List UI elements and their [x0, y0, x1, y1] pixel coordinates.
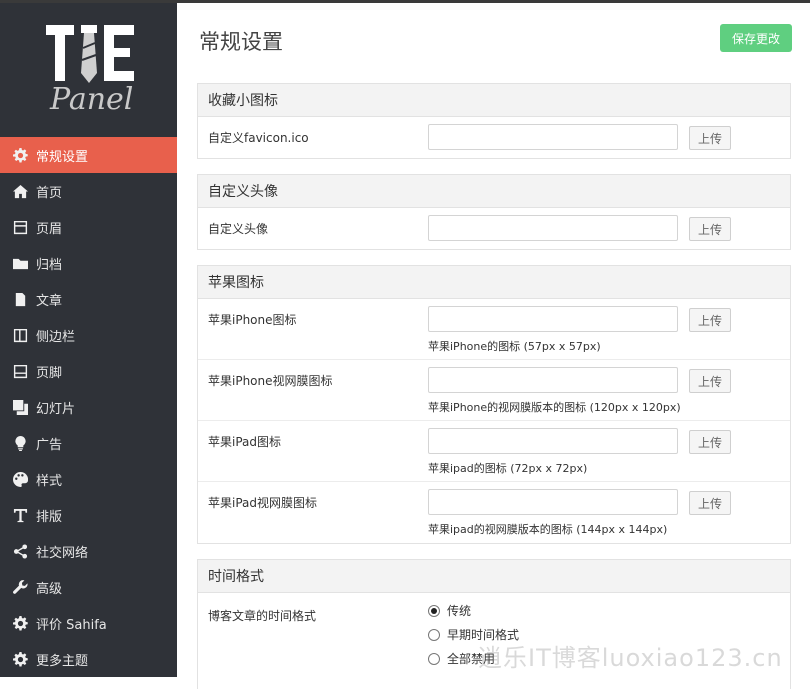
upload-button[interactable]: 上传: [689, 217, 731, 241]
field-hint: 苹果ipad的视网膜版本的图标 (144px x 144px): [428, 523, 668, 536]
field-label: 苹果iPhone图标: [208, 313, 297, 327]
sidebar-item-article[interactable]: 文章: [0, 281, 177, 317]
sidebar-icon: [12, 327, 28, 343]
upload-button[interactable]: 上传: [689, 369, 731, 393]
palette-icon: [12, 471, 28, 487]
slides-icon: [12, 399, 28, 415]
sidebar-item-ads[interactable]: 广告: [0, 425, 177, 461]
wrench-icon: [12, 579, 28, 595]
iphone-retina-icon-input[interactable]: [428, 367, 678, 393]
field-label: 苹果iPad视网膜图标: [208, 496, 318, 510]
field-label: 苹果iPad图标: [208, 435, 282, 449]
section-apple-icons: 苹果图标 苹果iPhone图标 上传 苹果iPhone的图标 (57px x 5…: [197, 265, 791, 544]
tie-panel-logo: Panel: [0, 3, 177, 135]
sidebar-item-label: 页脚: [36, 365, 63, 381]
upload-button[interactable]: 上传: [689, 430, 731, 454]
sidebar-item-social[interactable]: 社交网络: [0, 533, 177, 569]
field-row-ipad-icon: 苹果iPad图标 上传 苹果ipad的图标 (72px x 72px): [198, 421, 790, 482]
section-title: 收藏小图标: [198, 84, 790, 117]
section-avatar: 自定义头像 自定义头像 上传: [197, 174, 791, 250]
field-hint: 苹果ipad的图标 (72px x 72px): [428, 462, 588, 475]
field-label: 自定义favicon.ico: [208, 131, 309, 145]
sidebar-item-home[interactable]: 首页: [0, 173, 177, 209]
sidebar-item-label: 侧边栏: [36, 329, 76, 345]
sidebar-item-label: 广告: [36, 437, 63, 453]
ipad-icon-input[interactable]: [428, 428, 678, 454]
field-row-avatar: 自定义头像 上传: [198, 208, 790, 249]
gear-icon: [12, 147, 28, 163]
lightbulb-icon: [12, 435, 28, 451]
sidebar-item-style[interactable]: 样式: [0, 461, 177, 497]
logo-panel-text: Panel: [49, 82, 133, 117]
save-changes-button[interactable]: 保存更改: [720, 24, 792, 52]
sidebar-item-label: 文章: [36, 293, 63, 309]
sidebar-item-rate-sahifa[interactable]: 评价 Sahifa: [0, 605, 177, 641]
section-title: 苹果图标: [198, 266, 790, 299]
radio-button[interactable]: [428, 604, 440, 617]
sidebar-item-more-themes[interactable]: 更多主题: [0, 641, 177, 677]
section-favicon: 收藏小图标 自定义favicon.ico 上传: [197, 83, 791, 159]
field-hint: 苹果iPhone的图标 (57px x 57px): [428, 340, 601, 353]
sidebar-item-sidebar[interactable]: 侧边栏: [0, 317, 177, 353]
footer-icon: [12, 363, 28, 379]
sidebar-item-label: 首页: [36, 185, 63, 201]
sidebar-item-label: 归档: [36, 257, 63, 273]
gear-icon: [12, 651, 28, 667]
sidebar-item-general[interactable]: 常规设置: [0, 137, 177, 173]
upload-button[interactable]: 上传: [689, 491, 731, 515]
watermark: 逍乐IT博客luoxiao123.cn: [478, 644, 783, 672]
field-label: 博客文章的时间格式: [208, 609, 317, 623]
upload-button[interactable]: 上传: [689, 308, 731, 332]
typography-icon: [12, 507, 28, 523]
iphone-icon-input[interactable]: [428, 306, 678, 332]
field-row-favicon: 自定义favicon.ico 上传: [198, 117, 790, 158]
sidebar-item-slides[interactable]: 幻灯片: [0, 389, 177, 425]
sidebar-item-label: 更多主题: [36, 653, 89, 669]
section-title: 自定义头像: [198, 175, 790, 208]
field-row-iphone-icon: 苹果iPhone图标 上传 苹果iPhone的图标 (57px x 57px): [198, 299, 790, 360]
sidebar-item-label: 幻灯片: [36, 401, 76, 417]
field-hint: 苹果iPhone的视网膜版本的图标 (120px x 120px): [428, 401, 681, 414]
radio-option-traditional[interactable]: 传统: [428, 602, 471, 619]
sidebar-item-typography[interactable]: 排版: [0, 497, 177, 533]
gear-icon: [12, 615, 28, 631]
sidebar-item-label: 页眉: [36, 221, 63, 237]
sidebar-item-footer[interactable]: 页脚: [0, 353, 177, 389]
home-icon: [12, 183, 28, 199]
radio-button[interactable]: [428, 628, 440, 641]
favicon-url-input[interactable]: [428, 124, 678, 150]
sidebar-item-label: 评价 Sahifa: [36, 617, 107, 633]
avatar-url-input[interactable]: [428, 215, 678, 241]
sidebar-item-label: 常规设置: [36, 149, 89, 165]
share-icon: [12, 543, 28, 559]
sidebar-item-label: 高级: [36, 581, 63, 597]
page-title: 常规设置: [199, 30, 283, 54]
sidebar-item-label: 样式: [36, 473, 63, 489]
upload-button[interactable]: 上传: [689, 126, 731, 150]
folder-icon: [12, 255, 28, 271]
sidebar-nav: 常规设置 首页 页眉 归档 文章 侧边栏 页脚 幻灯片 广告 样式 排版 社交网…: [0, 137, 177, 677]
sidebar-item-label: 排版: [36, 509, 63, 525]
sidebar-item-label: 社交网络: [36, 545, 89, 561]
field-row-ipad-retina-icon: 苹果iPad视网膜图标 上传 苹果ipad的视网膜版本的图标 (144px x …: [198, 482, 790, 543]
sidebar-item-archive[interactable]: 归档: [0, 245, 177, 281]
logo-graphic: Panel: [46, 25, 134, 117]
header-icon: [12, 219, 28, 235]
document-icon: [12, 291, 28, 307]
ipad-retina-icon-input[interactable]: [428, 489, 678, 515]
field-row-iphone-retina-icon: 苹果iPhone视网膜图标 上传 苹果iPhone的视网膜版本的图标 (120p…: [198, 360, 790, 421]
sidebar-item-header[interactable]: 页眉: [0, 209, 177, 245]
sidebar: Panel 常规设置 首页 页眉 归档 文章 侧边栏 页脚 幻灯片 广告 样式 …: [0, 3, 177, 677]
field-label: 苹果iPhone视网膜图标: [208, 374, 333, 388]
section-title: 时间格式: [198, 560, 790, 593]
radio-label: 传统: [447, 604, 472, 618]
sidebar-item-advanced[interactable]: 高级: [0, 569, 177, 605]
radio-button[interactable]: [428, 652, 440, 665]
field-label: 自定义头像: [208, 222, 269, 236]
